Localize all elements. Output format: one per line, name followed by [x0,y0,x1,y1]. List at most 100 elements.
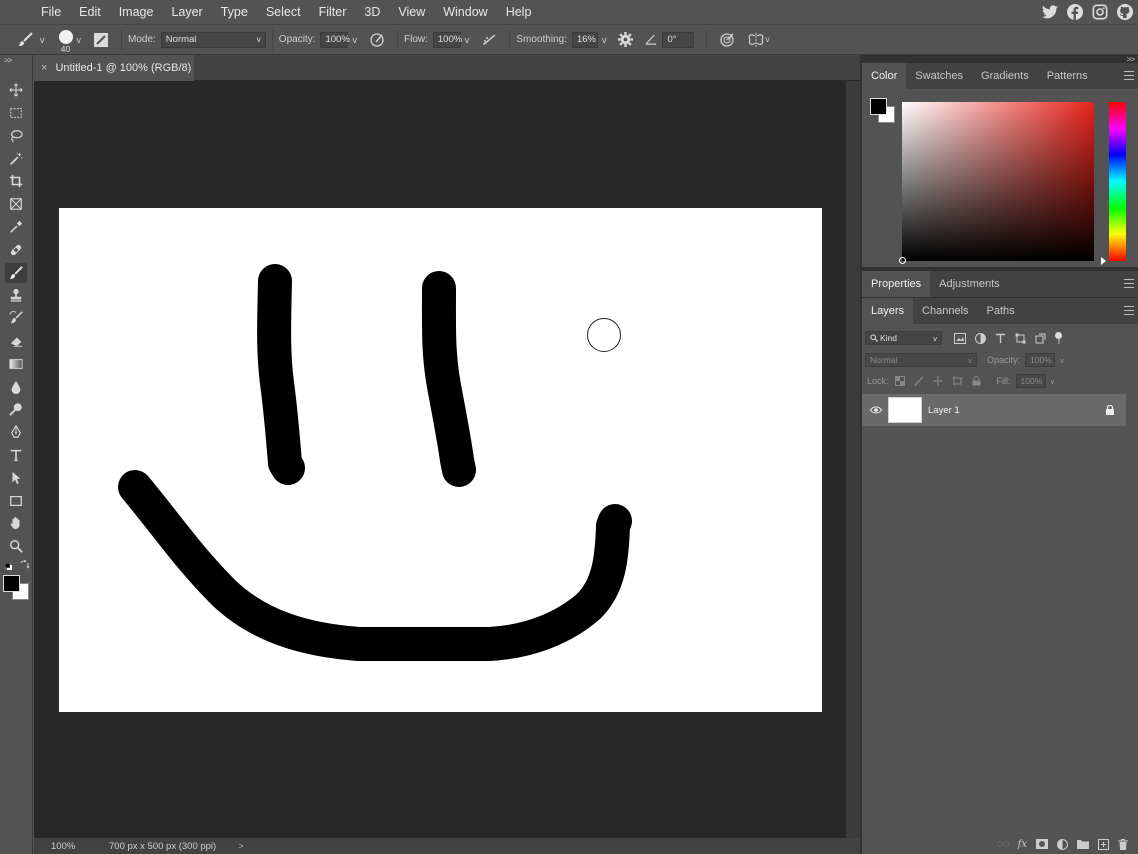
flow-input[interactable]: 100% [432,31,462,48]
status-menu-arrow[interactable]: > [238,841,244,852]
menu-layer[interactable]: Layer [162,0,211,24]
close-icon[interactable]: × [41,62,47,74]
filter-type-icon[interactable] [995,333,1006,344]
pen-tool[interactable] [5,422,27,442]
brush-settings-icon[interactable] [93,32,109,48]
layer-mask-icon[interactable] [1036,839,1048,849]
menu-help[interactable]: Help [497,0,541,24]
move-tool[interactable] [5,80,27,100]
menu-select[interactable]: Select [257,0,310,24]
filter-toggle[interactable] [1055,332,1062,344]
tab-paths[interactable]: Paths [978,298,1024,324]
brush-tool[interactable] [5,263,27,283]
chevron-down-icon[interactable]: v [352,35,357,45]
layer-name[interactable]: Layer 1 [928,405,960,416]
menu-3d[interactable]: 3D [355,0,389,24]
layer-opacity-input[interactable]: 100% [1025,353,1056,367]
magic-wand-tool[interactable] [5,149,27,169]
path-select-tool[interactable] [5,468,27,488]
frame-tool[interactable] [5,194,27,214]
chevron-down-icon[interactable]: v [465,35,470,45]
mode-select[interactable]: Normal v [160,31,266,48]
airbrush-icon[interactable] [481,32,497,48]
chevron-down-icon[interactable]: v [1060,356,1064,365]
menu-view[interactable]: View [389,0,434,24]
layer-filter-select[interactable]: Kind v [865,331,942,345]
healing-tool[interactable] [5,240,27,260]
chevron-down-icon[interactable]: v [77,35,82,45]
filter-pixel-icon[interactable] [954,332,966,344]
layer-style-icon[interactable]: fx [1018,839,1027,850]
dodge-tool[interactable] [5,399,27,419]
filter-smart-object-icon[interactable] [1035,333,1046,344]
menu-type[interactable]: Type [212,0,257,24]
panel-menu-icon[interactable] [1124,306,1134,315]
brush-size-picker[interactable]: 40 [58,26,73,54]
smoothing-input[interactable]: 16% [571,31,598,48]
fill-input[interactable]: 100% [1015,374,1046,388]
twitter-icon[interactable] [1041,3,1059,21]
brush-preset-icon[interactable] [18,31,34,48]
github-icon[interactable] [1116,3,1134,21]
pressure-opacity-icon[interactable] [369,32,385,48]
blur-tool[interactable] [5,377,27,397]
lasso-tool[interactable] [5,126,27,146]
symmetry-icon[interactable] [747,32,765,48]
chevron-down-icon[interactable]: v [40,35,45,45]
chevron-down-icon[interactable]: v [1051,377,1055,386]
menu-file[interactable]: File [32,0,70,24]
tab-patterns[interactable]: Patterns [1038,63,1097,89]
tab-properties[interactable]: Properties [862,271,931,297]
foreground-color-swatch[interactable] [870,98,887,115]
angle-input[interactable]: 0° [662,31,695,48]
chevron-down-icon[interactable]: v [602,35,607,45]
canvas-workspace[interactable] [34,81,846,838]
zoom-level[interactable]: 100% [34,841,94,852]
zoom-tool[interactable] [5,536,27,556]
tab-gradients[interactable]: Gradients [972,63,1038,89]
filter-adjustment-icon[interactable] [975,332,986,344]
default-colors-icon[interactable] [4,561,12,570]
gear-icon[interactable] [618,32,634,47]
history-brush-tool[interactable] [5,308,27,328]
link-layers-icon[interactable] [996,840,1009,848]
trash-icon[interactable] [1118,838,1128,850]
rectangle-tool[interactable] [5,491,27,511]
menu-filter[interactable]: Filter [310,0,356,24]
tab-adjustments[interactable]: Adjustments [930,271,1009,297]
lock-position-icon[interactable] [932,376,943,386]
hue-slider[interactable] [1101,102,1126,265]
eye-icon[interactable] [870,406,882,414]
stamp-tool[interactable] [5,285,27,305]
tab-color[interactable]: Color [862,63,907,89]
color-picker-field[interactable] [899,102,1094,264]
document-tab[interactable]: × Untitled-1 @ 100% (RGB/8) [34,55,194,81]
menu-edit[interactable]: Edit [70,0,110,24]
lock-artboard-icon[interactable] [951,376,963,386]
filter-shape-icon[interactable] [1015,333,1026,344]
document-canvas[interactable] [59,208,822,712]
pressure-size-icon[interactable] [719,32,735,48]
marquee-tool[interactable] [5,103,27,123]
eyedropper-tool[interactable] [5,217,27,237]
tab-channels[interactable]: Channels [913,298,977,324]
new-layer-icon[interactable] [1098,838,1109,850]
type-tool[interactable] [5,445,27,465]
vertical-scrollbar[interactable] [846,81,860,838]
toolbar-collapse-button[interactable]: >> [4,56,12,65]
eraser-tool[interactable] [5,331,27,351]
crop-tool[interactable] [5,171,27,191]
blend-mode-select[interactable]: Normal v [865,353,977,367]
lock-all-icon[interactable] [972,376,981,386]
opacity-input[interactable]: 100% [320,31,350,48]
lock-pixels-icon[interactable] [913,376,924,386]
menu-image[interactable]: Image [110,0,163,24]
menu-window[interactable]: Window [434,0,496,24]
layer-item[interactable]: Layer 1 [862,394,1126,426]
lock-transparent-icon[interactable] [894,376,905,386]
panel-menu-icon[interactable] [1124,71,1134,80]
adjustment-layer-icon[interactable] [1057,838,1068,850]
facebook-icon[interactable] [1066,3,1084,21]
swap-colors-icon[interactable] [20,559,30,569]
chevron-down-icon[interactable]: v [765,35,769,44]
